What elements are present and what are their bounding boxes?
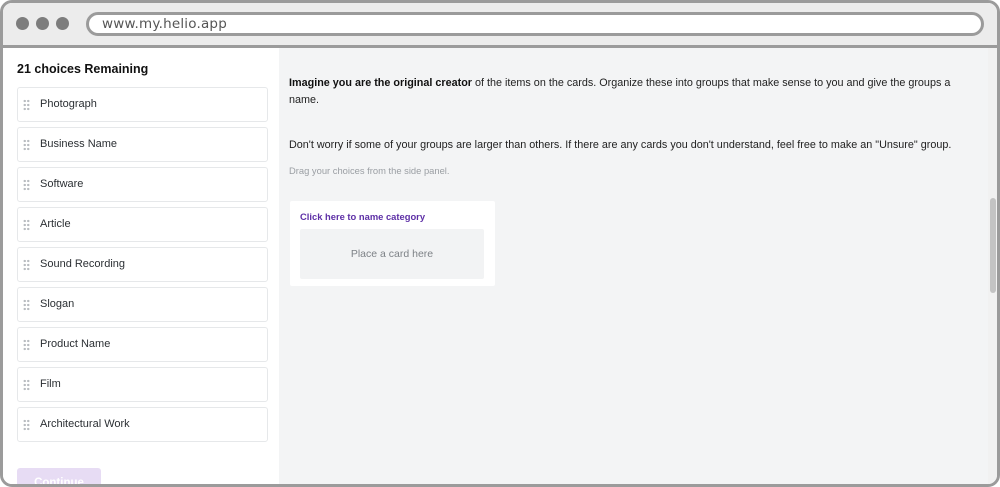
choice-card[interactable]: Product Name (17, 327, 268, 362)
choice-label: Product Name (40, 338, 111, 350)
choice-label: Photograph (40, 98, 97, 110)
drag-handle-icon[interactable] (23, 259, 30, 271)
choices-remaining-label: 21 choices Remaining (17, 62, 149, 76)
browser-window: www.my.helio.app 21 choices Remaining Ph… (0, 0, 1000, 487)
window-close-icon[interactable] (16, 17, 29, 30)
instructions-secondary: Don't worry if some of your groups are l… (289, 139, 952, 151)
sorting-area: Imagine you are the original creator of … (279, 48, 988, 484)
choice-card[interactable]: Architectural Work (17, 407, 268, 442)
drag-handle-icon[interactable] (23, 339, 30, 351)
choice-label: Film (40, 378, 61, 390)
choice-card[interactable]: Software (17, 167, 268, 202)
choice-card[interactable]: Business Name (17, 127, 268, 162)
drag-handle-icon[interactable] (23, 379, 30, 391)
choice-card[interactable]: Film (17, 367, 268, 402)
choices-side-panel: 21 choices Remaining Photograph Business… (3, 48, 279, 484)
choice-card[interactable]: Sound Recording (17, 247, 268, 282)
choice-list[interactable]: Photograph Business Name Software Articl… (17, 87, 269, 444)
continue-button[interactable]: Continue (17, 468, 101, 484)
choice-label: Sound Recording (40, 258, 126, 270)
instructions-emphasis: Imagine you are the original creator (289, 77, 472, 89)
choice-label: Slogan (40, 298, 75, 310)
choice-card[interactable]: Photograph (17, 87, 268, 122)
browser-toolbar: www.my.helio.app (3, 3, 997, 48)
window-maximize-icon[interactable] (56, 17, 69, 30)
category-card: Click here to name category Place a card… (290, 201, 495, 286)
choice-label: Article (40, 218, 71, 230)
choice-label: Software (40, 178, 84, 190)
drag-handle-icon[interactable] (23, 219, 30, 231)
scrollbar-thumb[interactable] (990, 198, 996, 293)
choice-card[interactable]: Slogan (17, 287, 268, 322)
drag-handle-icon[interactable] (23, 139, 30, 151)
choice-card[interactable]: Article (17, 207, 268, 242)
drag-hint: Drag your choices from the side panel. (289, 165, 450, 176)
window-minimize-icon[interactable] (36, 17, 49, 30)
card-dropzone[interactable]: Place a card here (300, 229, 484, 279)
choice-label: Architectural Work (40, 418, 130, 430)
address-bar[interactable]: www.my.helio.app (86, 12, 984, 36)
drag-handle-icon[interactable] (23, 179, 30, 191)
drag-handle-icon[interactable] (23, 299, 30, 311)
drag-handle-icon[interactable] (23, 99, 30, 111)
scrollbar-track[interactable] (988, 48, 997, 484)
category-name-button[interactable]: Click here to name category (300, 211, 425, 222)
choice-label: Business Name (40, 138, 118, 150)
instructions-paragraph: Imagine you are the original creator of … (289, 75, 959, 109)
drag-handle-icon[interactable] (23, 419, 30, 431)
